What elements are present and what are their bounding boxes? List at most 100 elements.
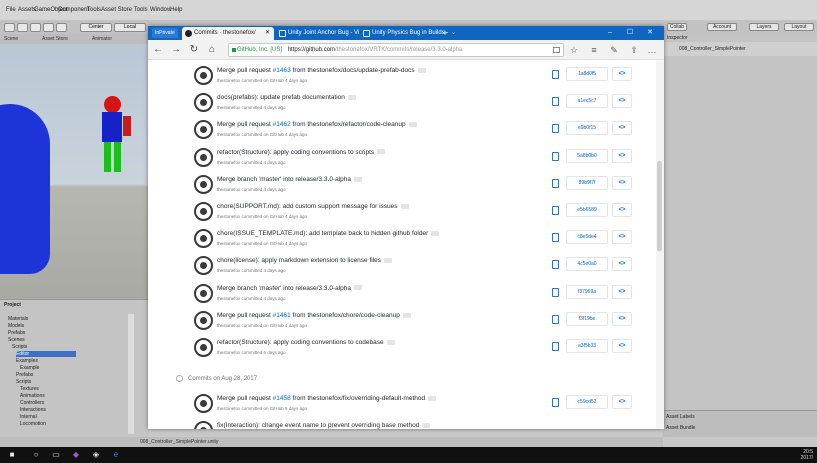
commit-message[interactable]: refactor(Structure): apply coding conven…	[217, 149, 386, 156]
commit-title[interactable]: chore(SUPPORT.md): add custom support me…	[217, 203, 398, 210]
avatar[interactable]	[194, 66, 213, 85]
page-scrollbar-thumb[interactable]	[657, 161, 662, 251]
expand-message-button[interactable]	[408, 122, 417, 128]
pull-request-link[interactable]: #1458	[273, 395, 291, 402]
commit-title[interactable]: refactor(Structure): apply coding conven…	[217, 149, 374, 156]
copy-sha-icon[interactable]	[550, 151, 560, 161]
copy-sha-icon[interactable]	[550, 287, 560, 297]
rect-tool-button[interactable]	[56, 23, 67, 32]
browse-files-button[interactable]: <>	[612, 395, 632, 409]
commit-sha-button[interactable]: e5b6589	[566, 203, 608, 217]
commit-message[interactable]: Merge pull request #1463 from thestonefo…	[217, 67, 426, 74]
commit-message[interactable]: docs(prefabs): update prefab documentati…	[217, 94, 356, 101]
avatar[interactable]	[194, 283, 213, 303]
commit-message[interactable]: chore(ISSUE_TEMPLATE.md): add template b…	[217, 230, 440, 237]
folder-item[interactable]: Locomotion	[20, 421, 46, 427]
close-window-button[interactable]: ✕	[642, 26, 658, 40]
browse-files-button[interactable]: <>	[612, 311, 632, 326]
start-icon[interactable]: ■	[6, 450, 18, 460]
commit-title[interactable]: fix(Interaction): change event name to p…	[217, 422, 419, 429]
avatar[interactable]	[194, 120, 213, 140]
close-tab-icon[interactable]: ✕	[265, 27, 270, 40]
refresh-button[interactable]: ↻	[188, 43, 200, 57]
commit-message[interactable]: Merge branch 'master' into release/3.3.0…	[217, 176, 362, 183]
menu-file[interactable]: File	[6, 7, 16, 13]
edge-icon[interactable]: e	[110, 450, 122, 460]
folder-item-selected[interactable]: Editor	[16, 351, 76, 357]
blue-capsule-object[interactable]	[0, 104, 50, 274]
copy-sha-icon[interactable]	[550, 397, 560, 407]
commit-message[interactable]: fix(Interaction): change event name to p…	[217, 422, 431, 429]
clock[interactable]: 20:5 2017/	[800, 449, 813, 461]
browse-files-button[interactable]: <>	[612, 94, 632, 109]
scale-tool-button[interactable]	[43, 23, 54, 32]
commit-title[interactable]: Merge pull request	[217, 121, 273, 128]
expand-message-button[interactable]	[417, 67, 426, 73]
hand-tool-button[interactable]	[4, 23, 15, 32]
commit-sha-button[interactable]: 5a8b0b0	[566, 148, 608, 163]
minimize-button[interactable]: –	[602, 26, 618, 40]
expand-message-button[interactable]	[354, 176, 362, 182]
commit-title[interactable]: Merge pull request	[217, 67, 273, 74]
avatar[interactable]	[194, 147, 213, 167]
menu-tools[interactable]: Tools	[87, 7, 101, 13]
unity-icon[interactable]: ◈	[90, 450, 102, 460]
more-icon[interactable]: …	[646, 44, 658, 56]
folder-item[interactable]: Examples	[16, 358, 38, 364]
commit-title[interactable]: chore(ISSUE_TEMPLATE.md): add template b…	[217, 230, 428, 237]
move-tool-button[interactable]	[17, 23, 28, 32]
character-leg-right[interactable]	[114, 142, 121, 172]
commit-sha-button[interactable]: c8e5de4	[566, 230, 608, 245]
web-note-icon[interactable]: ✎	[608, 44, 620, 56]
browse-files-button[interactable]: <>	[612, 175, 632, 190]
avatar[interactable]	[194, 229, 213, 249]
avatar[interactable]	[194, 93, 213, 113]
forward-button[interactable]: →	[170, 43, 182, 57]
commit-title-suffix[interactable]: from thestonefox/fix/overriding-default-…	[291, 395, 426, 402]
copy-sha-icon[interactable]	[550, 341, 560, 351]
expand-message-button[interactable]	[422, 422, 431, 428]
commit-title[interactable]: docs(prefabs): update prefab documentati…	[217, 94, 345, 101]
folder-item[interactable]: Scripts	[16, 379, 31, 385]
folder-item[interactable]: Scenes	[8, 337, 25, 343]
rotate-tool-button[interactable]	[30, 23, 41, 32]
commit-message[interactable]: Merge pull request #1462 from thestonefo…	[217, 121, 417, 128]
new-tab-button[interactable]: +	[440, 26, 450, 40]
expand-message-button[interactable]	[431, 230, 440, 236]
commit-title[interactable]: refactor(Structure): apply coding conven…	[217, 339, 384, 346]
collab-dropdown[interactable]: Collab	[667, 23, 687, 31]
commit-sha-button[interactable]: a3f5b33	[566, 339, 608, 353]
commit-sha-button[interactable]: 4c5e0a0	[566, 257, 608, 272]
browse-files-button[interactable]: <>	[612, 339, 632, 353]
commit-message[interactable]: Merge branch 'master' into release/3.3.0…	[217, 285, 362, 292]
commit-title-suffix[interactable]: from thestonefox/docs/update-prefab-docs	[291, 67, 415, 74]
commit-sha-button[interactable]: 1a8d0f5	[566, 67, 608, 81]
folder-item[interactable]: Example	[20, 365, 39, 371]
menu-asset-store-tools[interactable]: Asset Store Tools	[101, 7, 148, 13]
folder-item[interactable]: Controllers	[20, 400, 44, 406]
avatar[interactable]	[194, 394, 213, 413]
copy-sha-icon[interactable]	[550, 69, 560, 79]
commit-title[interactable]: Merge branch 'master' into release/3.3.0…	[217, 176, 351, 183]
avatar[interactable]	[194, 310, 213, 330]
copy-sha-icon[interactable]	[550, 314, 560, 324]
browse-files-button[interactable]: <>	[612, 230, 632, 245]
folder-item[interactable]: Prefabs	[16, 372, 33, 378]
tab-scene[interactable]: Scene	[4, 36, 18, 42]
browse-files-button[interactable]: <>	[612, 284, 632, 299]
layers-dropdown[interactable]: Layers	[749, 23, 779, 31]
copy-sha-icon[interactable]	[550, 259, 560, 270]
tab-animator[interactable]: Animator	[92, 36, 112, 42]
expand-message-button[interactable]	[428, 395, 437, 401]
expand-message-button[interactable]	[354, 285, 362, 291]
expand-message-button[interactable]	[347, 94, 356, 100]
favorite-star-icon[interactable]: ☆	[568, 44, 580, 56]
commit-message[interactable]: chore(license): apply markdown extension…	[217, 257, 393, 264]
character-arm[interactable]	[123, 116, 131, 136]
character-head[interactable]	[104, 96, 121, 113]
expand-message-button[interactable]	[386, 339, 395, 345]
folder-item[interactable]: Scripts	[12, 344, 27, 350]
browse-files-button[interactable]: <>	[612, 67, 632, 81]
commit-sha-button[interactable]: f37969a	[566, 284, 608, 299]
commit-message[interactable]: chore(SUPPORT.md): add custom support me…	[217, 203, 409, 210]
